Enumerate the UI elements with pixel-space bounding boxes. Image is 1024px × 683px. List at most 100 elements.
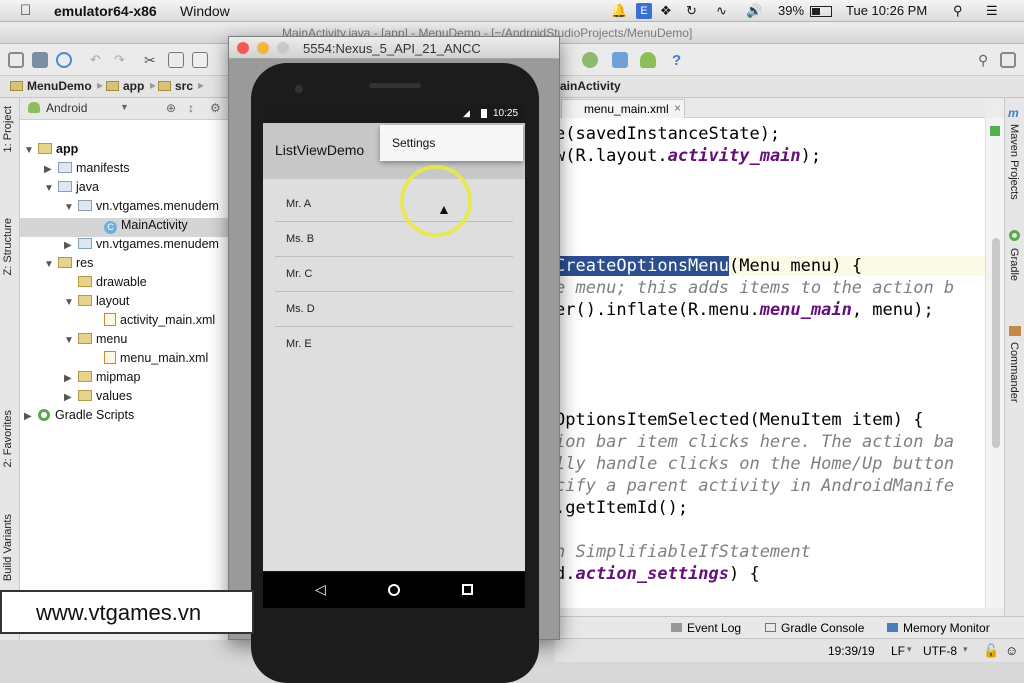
notification-center-icon[interactable]: ☰	[986, 3, 998, 19]
copy-icon[interactable]	[168, 52, 184, 68]
sdk-manager-icon[interactable]	[612, 52, 628, 68]
list-item[interactable]: Mr. E	[275, 327, 513, 362]
editor-scrollbar[interactable]	[985, 118, 1004, 608]
dropbox-icon[interactable]: ❖	[660, 3, 672, 19]
sync-icon[interactable]: ↻	[686, 3, 697, 19]
tree-item-java[interactable]: ▼ java	[44, 180, 230, 199]
project-tool-tab[interactable]: 1: Project	[2, 106, 14, 152]
line-separator[interactable]: LF	[891, 644, 905, 658]
code-editor[interactable]: e(savedInstanceState); w(R.layout.activi…	[555, 118, 985, 608]
caret-position[interactable]: 19:39/19	[828, 644, 875, 658]
scrollbar-thumb[interactable]	[992, 238, 1000, 448]
close-window-button[interactable]	[237, 42, 249, 54]
breadcrumb-mainactivity[interactable]: ainActivity	[560, 79, 621, 93]
clock[interactable]: Tue 10:26 PM	[846, 3, 927, 18]
commander-tool-tab[interactable]: Commander	[1008, 342, 1020, 403]
tree-item-package-main[interactable]: ▼ vn.vtgames.menudem	[64, 199, 230, 218]
notification-icon[interactable]: 🔔	[611, 3, 627, 19]
help-icon[interactable]: ?	[672, 52, 688, 69]
cut-icon[interactable]: ✂	[144, 52, 160, 68]
undo-icon[interactable]: ↶	[90, 52, 106, 68]
xml-file-icon	[104, 351, 116, 364]
tree-item-layout[interactable]: ▼ layout	[64, 294, 230, 313]
save-icon[interactable]	[32, 52, 48, 68]
breadcrumb-project[interactable]: MenuDemo	[10, 79, 92, 93]
list-item[interactable]: Mr. C	[275, 257, 513, 292]
scroll-from-source-icon[interactable]: ⊕	[166, 101, 176, 115]
home-icon[interactable]	[388, 584, 400, 596]
list-item[interactable]: Mr. A	[275, 187, 513, 222]
tree-item-menu-main-xml[interactable]: menu_main.xml	[104, 351, 230, 370]
breadcrumb-app[interactable]: app	[106, 79, 144, 93]
watermark: www.vtgames.vn	[0, 590, 254, 634]
paste-icon[interactable]	[192, 52, 208, 68]
tree-item-activity-main-xml[interactable]: activity_main.xml	[104, 313, 230, 332]
project-view-dropdown[interactable]: Android ▼	[28, 101, 129, 117]
close-tab-icon[interactable]: ×	[674, 101, 681, 115]
project-panel-header: Android ▼ ⊕ ↕ ⚙	[20, 98, 230, 120]
android-icon[interactable]	[640, 52, 656, 68]
collapse-all-icon[interactable]: ↕	[188, 101, 194, 115]
list-item[interactable]: Ms. B	[275, 222, 513, 257]
tree-item-app[interactable]: ▼ app	[24, 142, 230, 161]
code-line-4: e menu; this adds items to the action b	[555, 278, 955, 298]
tree-item-gradle-scripts[interactable]: ▶ Gradle Scripts	[24, 408, 230, 427]
tree-item-menu[interactable]: ▼ menu	[64, 332, 230, 351]
gradle-icon	[1009, 230, 1020, 241]
file-encoding[interactable]: UTF-8	[923, 644, 957, 658]
inspection-ok-icon[interactable]	[990, 126, 1000, 136]
tree-item-values[interactable]: ▶ values	[64, 389, 230, 408]
teamviewer-icon[interactable]: E	[636, 3, 652, 19]
tab-menu-main-xml[interactable]: menu_main.xml ×	[561, 99, 685, 118]
settings-gear-icon[interactable]: ⚙	[210, 101, 221, 115]
open-folder-icon[interactable]	[8, 52, 24, 68]
sync-icon[interactable]	[56, 52, 72, 68]
structure-tool-tab[interactable]: Z: Structure	[2, 218, 14, 275]
spotlight-search-icon[interactable]: ⚲	[953, 3, 963, 19]
android-monitor-icon[interactable]	[582, 52, 598, 68]
lock-icon[interactable]: 🔓	[983, 643, 999, 659]
tree-item-manifests[interactable]: ▶ manifests	[44, 161, 230, 180]
apple-icon[interactable]: 	[20, 2, 31, 19]
menu-item-settings[interactable]: Settings	[392, 136, 435, 150]
recents-icon[interactable]	[462, 584, 473, 595]
tree-item-drawable[interactable]: drawable	[78, 275, 230, 294]
build-variants-tool-tab[interactable]: Build Variants	[2, 514, 14, 581]
favorites-tool-tab[interactable]: 2: Favorites	[2, 410, 14, 467]
gradle-console-button[interactable]: Gradle Console	[765, 621, 864, 635]
code-line-8: lly handle clicks on the Home/Up button	[555, 454, 955, 474]
minimize-window-button[interactable]	[257, 42, 269, 54]
event-log-button[interactable]: Event Log	[671, 621, 741, 635]
memory-monitor-button[interactable]: Memory Monitor	[887, 621, 990, 635]
zoom-window-button[interactable]	[277, 42, 289, 54]
redo-icon[interactable]: ↷	[114, 52, 130, 68]
breadcrumb-src[interactable]: src	[158, 79, 193, 93]
back-icon[interactable]: ◁	[315, 581, 326, 598]
tree-item-package-test[interactable]: ▶ vn.vtgames.menudem	[64, 237, 230, 256]
code-line-5: er().inflate(R.menu.menu_main, menu);	[555, 300, 934, 320]
tree-item-mipmap[interactable]: ▶ mipmap	[64, 370, 230, 389]
search-everywhere-icon[interactable]: ⚲	[978, 52, 994, 68]
list-item[interactable]: Ms. D	[275, 292, 513, 327]
gradle-tool-tab[interactable]: Gradle	[1008, 248, 1020, 281]
tree-item-res[interactable]: ▼ res	[44, 256, 230, 275]
watermark-text: www.vtgames.vn	[36, 600, 202, 625]
layout-icon[interactable]	[1000, 52, 1016, 68]
battery-icon[interactable]	[810, 6, 832, 17]
hector-icon[interactable]: ☺	[1005, 643, 1018, 658]
left-tool-strip: 1: Project Z: Structure 2: Favorites Bui…	[0, 98, 20, 640]
window-menu[interactable]: Window	[180, 3, 230, 19]
chevron-down-icon: ▾	[907, 644, 912, 654]
wifi-icon[interactable]: ∿	[716, 3, 727, 19]
maven-projects-tool-tab[interactable]: Maven Projects	[1008, 124, 1020, 200]
tree-item-mainactivity[interactable]: C MainActivity	[20, 218, 230, 237]
earpiece	[369, 83, 421, 88]
android-nav-bar: ◁	[263, 572, 525, 608]
emulator-title-bar: 5554:Nexus_5_API_21_ANCC	[229, 37, 559, 59]
android-clock: 10:25	[493, 108, 519, 119]
front-camera	[295, 85, 303, 93]
phone-screen[interactable]: ◢ 10:25 ListViewDemo Settings Mr. A Ms. …	[263, 105, 525, 571]
volume-icon[interactable]: 🔊	[746, 3, 762, 19]
app-menu[interactable]: emulator64-x86	[54, 3, 157, 19]
commander-icon	[1009, 326, 1021, 336]
